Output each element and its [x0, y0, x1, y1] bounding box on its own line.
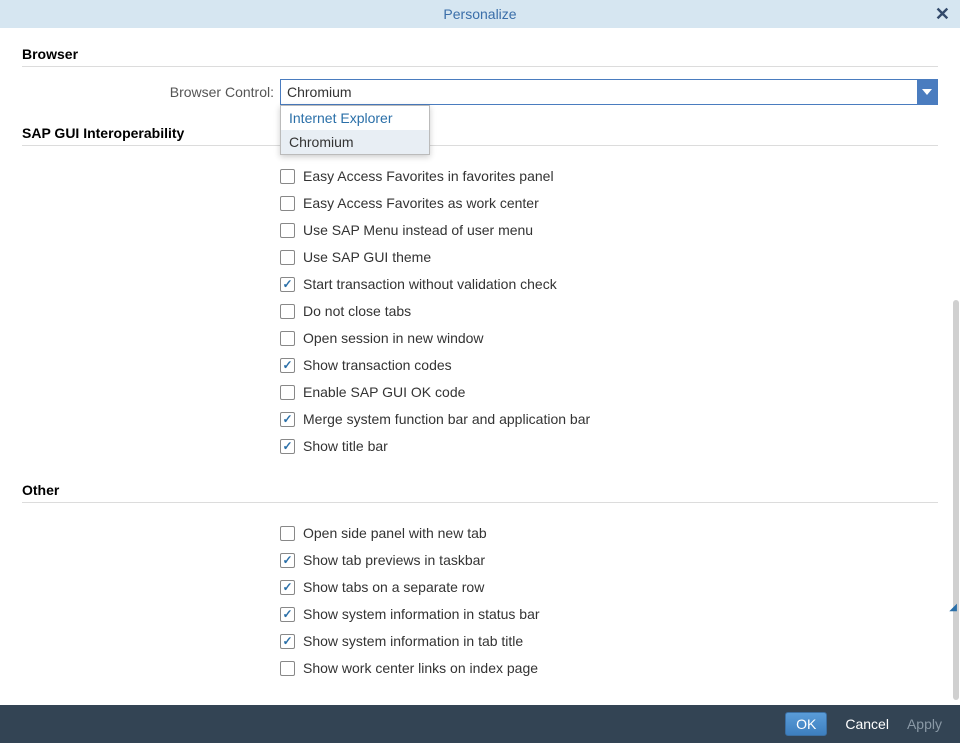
- other-item-checkbox[interactable]: ✓: [280, 580, 295, 595]
- sapgui-item-row: Use SAP GUI theme: [280, 249, 938, 265]
- sapgui-item-checkbox[interactable]: [280, 169, 295, 184]
- section-header-other: Other: [22, 482, 938, 503]
- sapgui-item-checkbox[interactable]: [280, 196, 295, 211]
- other-item-checkbox[interactable]: ✓: [280, 634, 295, 649]
- other-item-row: Show work center links on index page: [280, 660, 938, 676]
- apply-button: Apply: [907, 716, 942, 732]
- browser-control-selected-value: Chromium: [287, 84, 352, 100]
- checkmark-icon: ✓: [282, 413, 292, 425]
- other-item-label: Show tabs on a separate row: [303, 579, 484, 595]
- chevron-down-icon: [917, 80, 937, 104]
- sapgui-item-label: Use SAP GUI theme: [303, 249, 431, 265]
- checkmark-icon: ✓: [282, 278, 292, 290]
- sapgui-item-row: Open session in new window: [280, 330, 938, 346]
- sapgui-item-checkbox[interactable]: [280, 385, 295, 400]
- section-header-sapgui: SAP GUI Interoperability: [22, 125, 938, 146]
- close-icon[interactable]: ✕: [935, 5, 950, 23]
- other-item-row: ✓ Show system information in tab title: [280, 633, 938, 649]
- sapgui-item-label: Show transaction codes: [303, 357, 452, 373]
- other-item-row: ✓ Show tabs on a separate row: [280, 579, 938, 595]
- sapgui-item-label: Show title bar: [303, 438, 388, 454]
- sapgui-item-checkbox[interactable]: ✓: [280, 358, 295, 373]
- dialog-title: Personalize: [443, 6, 516, 22]
- sapgui-item-label: Easy Access Favorites as work center: [303, 195, 539, 211]
- sapgui-item-row: Use SAP Menu instead of user menu: [280, 222, 938, 238]
- other-item-checkbox[interactable]: [280, 661, 295, 676]
- sapgui-item-row: Easy Access Favorites in favorites panel: [280, 168, 938, 184]
- sapgui-item-checkbox[interactable]: ✓: [280, 412, 295, 427]
- other-item-checkbox[interactable]: ✓: [280, 553, 295, 568]
- browser-control-select-wrap: Chromium Internet Explorer Chromium: [280, 79, 938, 105]
- sapgui-item-row: ✓ Start transaction without validation ch…: [280, 276, 938, 292]
- other-item-row: Open side panel with new tab: [280, 525, 938, 541]
- sapgui-item-label: Enable SAP GUI OK code: [303, 384, 465, 400]
- checkmark-icon: ✓: [282, 635, 292, 647]
- other-list: Open side panel with new tab ✓ Show tab pr…: [280, 525, 938, 676]
- sapgui-item-checkbox[interactable]: [280, 331, 295, 346]
- sapgui-list: Easy Access Favorites in favorites panel…: [280, 168, 938, 454]
- sapgui-item-label: Easy Access Favorites in favorites panel: [303, 168, 554, 184]
- checkmark-icon: ✓: [282, 581, 292, 593]
- sapgui-item-row: ✓ Merge system function bar and applicati…: [280, 411, 938, 427]
- checkmark-icon: ✓: [282, 440, 292, 452]
- browser-control-row: Browser Control: Chromium Internet Explo…: [22, 79, 938, 105]
- sapgui-item-row: ✓ Show title bar: [280, 438, 938, 454]
- section-header-browser: Browser: [22, 46, 938, 67]
- checkmark-icon: ✓: [282, 359, 292, 371]
- footer-bar: OK Cancel Apply: [0, 705, 960, 743]
- sapgui-item-label: Do not close tabs: [303, 303, 411, 319]
- sapgui-item-row: Enable SAP GUI OK code: [280, 384, 938, 400]
- checkmark-icon: ✓: [282, 608, 292, 620]
- other-item-label: Show system information in tab title: [303, 633, 523, 649]
- sapgui-item-label: Use SAP Menu instead of user menu: [303, 222, 533, 238]
- sapgui-item-checkbox[interactable]: [280, 304, 295, 319]
- other-item-row: ✓ Show tab previews in taskbar: [280, 552, 938, 568]
- browser-control-select[interactable]: Chromium: [280, 79, 938, 105]
- other-item-label: Open side panel with new tab: [303, 525, 487, 541]
- sapgui-item-checkbox[interactable]: [280, 223, 295, 238]
- sapgui-item-label: Start transaction without validation che…: [303, 276, 557, 292]
- sapgui-item-row: Easy Access Favorites as work center: [280, 195, 938, 211]
- other-item-checkbox[interactable]: ✓: [280, 607, 295, 622]
- sapgui-item-checkbox[interactable]: ✓: [280, 439, 295, 454]
- titlebar: Personalize ✕: [0, 0, 960, 28]
- other-item-label: Show work center links on index page: [303, 660, 538, 676]
- dropdown-option-ie[interactable]: Internet Explorer: [281, 106, 429, 130]
- browser-control-dropdown: Internet Explorer Chromium: [280, 105, 430, 155]
- sapgui-item-row: Do not close tabs: [280, 303, 938, 319]
- other-item-label: Show tab previews in taskbar: [303, 552, 485, 568]
- content-area: Browser Browser Control: Chromium Intern…: [0, 28, 960, 705]
- other-item-checkbox[interactable]: [280, 526, 295, 541]
- other-item-row: ✓ Show system information in status bar: [280, 606, 938, 622]
- dropdown-option-chromium[interactable]: Chromium: [281, 130, 429, 154]
- sapgui-item-label: Merge system function bar and applicatio…: [303, 411, 590, 427]
- other-item-label: Show system information in status bar: [303, 606, 540, 622]
- ok-button[interactable]: OK: [785, 712, 827, 736]
- checkmark-icon: ✓: [282, 554, 292, 566]
- browser-control-label: Browser Control:: [22, 84, 280, 100]
- scroll-marker-icon: ◢: [949, 602, 957, 613]
- sapgui-item-checkbox[interactable]: [280, 250, 295, 265]
- sapgui-item-checkbox[interactable]: ✓: [280, 277, 295, 292]
- sapgui-item-label: Open session in new window: [303, 330, 484, 346]
- sapgui-item-row: ✓ Show transaction codes: [280, 357, 938, 373]
- scrollbar-thumb[interactable]: [953, 300, 959, 700]
- cancel-button[interactable]: Cancel: [845, 716, 889, 732]
